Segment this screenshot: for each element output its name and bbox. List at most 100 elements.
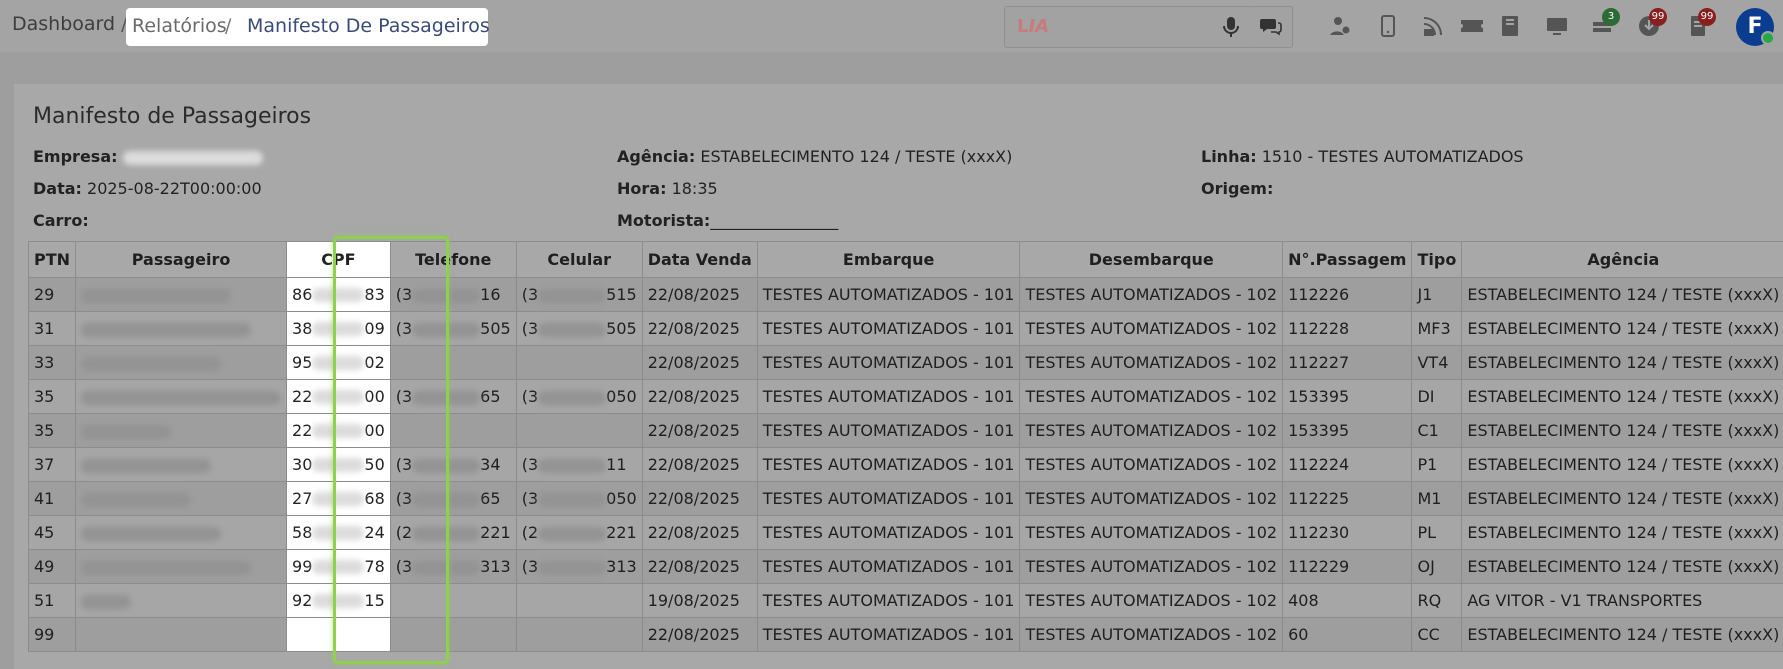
cell-agencia: ESTABELECIMENTO 124 / TESTE (xxxX) xyxy=(1461,447,1783,482)
cell-embarque: TESTES AUTOMATIZADOS - 101 xyxy=(756,617,1021,652)
cell-celular xyxy=(515,413,643,448)
chat-button[interactable] xyxy=(1250,6,1293,48)
field-hora: Hora: 18:35 xyxy=(617,179,718,198)
cell-tipo: P1 xyxy=(1411,447,1463,482)
cell-passageiro xyxy=(75,277,288,312)
table-row[interactable]: 99 22/08/2025 TESTES AUTOMATIZADOS - 101 TE… xyxy=(27,617,1783,652)
phone-suffix: 313 xyxy=(480,557,511,576)
broadcast-icon[interactable] xyxy=(1421,14,1445,38)
phone-redacted xyxy=(412,560,481,575)
lia-search-input[interactable]: LIA xyxy=(1004,6,1251,48)
cpf-redacted xyxy=(312,423,365,438)
table-row[interactable]: 31 38 09 (3 505 (3 505 22/08/2025 TESTES AUTOMAT… xyxy=(27,311,1783,346)
cell-numero-passagem: 112226 xyxy=(1282,277,1413,312)
cell-numero-passagem: 408 xyxy=(1282,583,1413,618)
avatar[interactable]: F xyxy=(1736,8,1775,46)
phone-redacted xyxy=(412,526,481,541)
cell-ptn: 35 xyxy=(27,379,77,414)
cell-embarque: TESTES AUTOMATIZADOS - 101 xyxy=(756,379,1021,414)
cell-passageiro xyxy=(75,617,288,652)
col-agencia[interactable]: Agência xyxy=(1461,241,1783,278)
passenger-name-redacted xyxy=(81,458,212,473)
cell-desembarque: TESTES AUTOMATIZADOS - 102 xyxy=(1019,379,1284,414)
table-header-row: PTN Passageiro CPF Telefone Celular Data… xyxy=(27,241,1783,278)
table-row[interactable]: 51 92 15 19/08/2025 TESTES AUTOMATIZADOS - 1… xyxy=(27,583,1783,618)
cell-desembarque: TESTES AUTOMATIZADOS - 102 xyxy=(1019,345,1284,380)
phone-prefix: (3 xyxy=(521,455,539,474)
phone-prefix: (3 xyxy=(395,319,413,338)
table-row[interactable]: 41 27 68 (3 65 (3 050 22/08/2025 TESTES AUTOMATI… xyxy=(27,481,1783,516)
table-row[interactable]: 49 99 78 (3 313 (3 313 22/08/2025 TESTES AUTOMAT… xyxy=(27,549,1783,584)
cell-telefone xyxy=(389,345,517,380)
phone-suffix: 313 xyxy=(606,557,637,576)
col-numero-passagem[interactable]: N°.Passagem xyxy=(1282,241,1413,278)
col-celular[interactable]: Celular xyxy=(515,241,643,278)
cell-passageiro xyxy=(75,481,288,516)
cell-cpf xyxy=(286,617,391,652)
col-cpf[interactable]: CPF xyxy=(286,241,391,278)
cell-embarque: TESTES AUTOMATIZADOS - 101 xyxy=(756,549,1021,584)
table-row[interactable]: 35 22 00 (3 65 (3 050 22/08/2025 TESTES AUTOMATI… xyxy=(27,379,1783,414)
col-ptn[interactable]: PTN xyxy=(27,241,77,278)
cell-passageiro xyxy=(75,379,288,414)
phone-redacted xyxy=(538,492,607,507)
breadcrumb: Dashboard / xyxy=(12,13,134,35)
cpf-prefix: 58 xyxy=(292,523,313,542)
book-icon[interactable] xyxy=(1498,14,1522,38)
mobile-icon[interactable] xyxy=(1376,14,1400,38)
cell-cpf: 30 50 xyxy=(286,447,391,482)
cell-data-venda: 22/08/2025 xyxy=(641,413,758,448)
notifications-stack[interactable]: 3 xyxy=(1590,8,1620,38)
field-agencia: Agência: ESTABELECIMENTO 124 / TESTE (xx… xyxy=(617,147,1012,166)
user-settings-icon[interactable] xyxy=(1328,14,1352,38)
col-data-venda[interactable]: Data Venda xyxy=(641,241,758,278)
documents-button[interactable]: 99 xyxy=(1686,8,1716,38)
downloads-button[interactable]: 99 xyxy=(1637,8,1667,38)
cpf-redacted xyxy=(312,321,365,336)
monitor-icon[interactable] xyxy=(1545,14,1569,38)
cell-tipo: M1 xyxy=(1411,481,1463,516)
manifest-card: Manifesto de Passageiros Empresa: Data: … xyxy=(14,84,1783,669)
cpf-suffix: 78 xyxy=(364,557,385,576)
col-desembarque[interactable]: Desembarque xyxy=(1019,241,1284,278)
cpf-redacted xyxy=(312,355,365,370)
field-data: Data: 2025-08-22T00:00:00 xyxy=(33,179,262,198)
col-tipo[interactable]: Tipo xyxy=(1411,241,1463,278)
phone-suffix: 515 xyxy=(606,285,637,304)
cell-agencia: ESTABELECIMENTO 124 / TESTE (xxxX) xyxy=(1461,515,1783,550)
table-row[interactable]: 29 86 83 (3 16 (3 515 22/08/2025 TESTES AUTOMATI… xyxy=(27,277,1783,312)
cell-celular: (3 050 xyxy=(515,379,643,414)
cpf-redacted xyxy=(312,491,365,506)
cpf-prefix: 30 xyxy=(292,455,313,474)
carro-label: Carro: xyxy=(33,211,89,230)
microphone-icon[interactable] xyxy=(1221,16,1241,38)
table-row[interactable]: 37 30 50 (3 34 (3 11 22/08/2025 TESTES AUTOMATIZ… xyxy=(27,447,1783,482)
cell-passageiro xyxy=(75,549,288,584)
cell-ptn: 49 xyxy=(27,549,77,584)
cpf-redacted xyxy=(312,389,365,404)
field-carro: Carro: xyxy=(33,211,89,230)
table-row[interactable]: 35 22 00 22/08/2025 TESTES AUTOMATIZADOS - 1… xyxy=(27,413,1783,448)
cell-data-venda: 19/08/2025 xyxy=(641,583,758,618)
col-telefone[interactable]: Telefone xyxy=(389,241,517,278)
table-row[interactable]: 45 58 24 (2 221 (2 221 22/08/2025 TESTES AUTOMAT… xyxy=(27,515,1783,550)
breadcrumb-dashboard[interactable]: Dashboard xyxy=(12,13,115,35)
hora-value: 18:35 xyxy=(671,179,718,198)
ticket-icon[interactable] xyxy=(1460,14,1484,38)
cpf-redacted xyxy=(312,457,365,472)
col-passageiro[interactable]: Passageiro xyxy=(75,241,288,278)
online-status-dot xyxy=(1761,31,1775,45)
cell-numero-passagem: 112230 xyxy=(1282,515,1413,550)
breadcrumb-reports[interactable]: Relatórios xyxy=(132,15,227,37)
cpf-prefix: 86 xyxy=(292,285,313,304)
passenger-name-redacted xyxy=(81,526,222,541)
cell-numero-passagem: 153395 xyxy=(1282,413,1413,448)
motorista-label: Motorista: xyxy=(617,211,711,230)
field-empresa: Empresa: xyxy=(33,147,263,166)
cell-embarque: TESTES AUTOMATIZADOS - 101 xyxy=(756,583,1021,618)
cell-telefone xyxy=(389,583,517,618)
col-embarque[interactable]: Embarque xyxy=(756,241,1021,278)
passenger-name-redacted xyxy=(81,492,192,507)
phone-suffix: 221 xyxy=(480,523,511,542)
table-row[interactable]: 33 95 02 22/08/2025 TESTES AUTOMATIZADOS - 1… xyxy=(27,345,1783,380)
